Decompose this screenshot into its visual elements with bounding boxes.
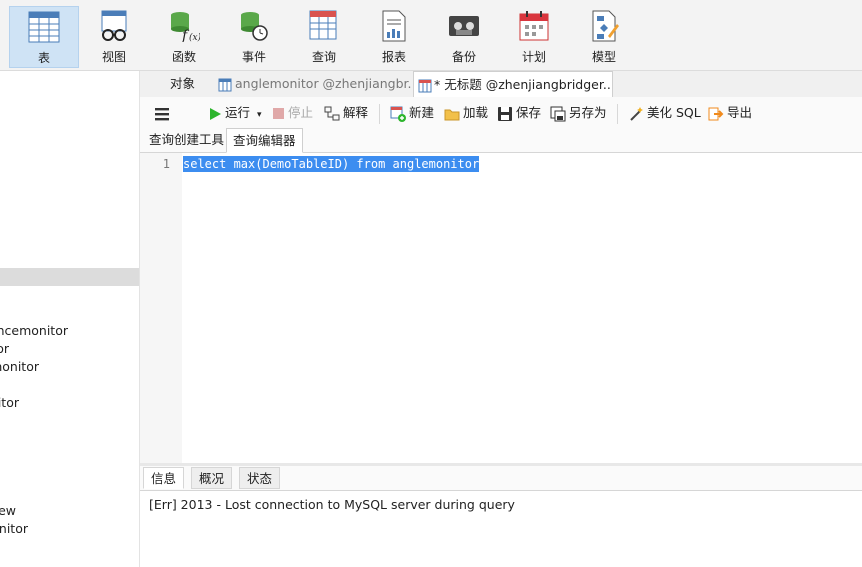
- toolbar-table-button[interactable]: 表: [9, 6, 79, 68]
- load-button[interactable]: 加载: [444, 102, 488, 124]
- object-tree-pane[interactable]: ncemonitor or monitor itor ew nitor: [0, 71, 140, 567]
- explain-icon: [324, 106, 340, 120]
- tab-query-builder[interactable]: 查询创建工具: [143, 128, 230, 151]
- run-label: 运行: [225, 105, 251, 120]
- tab-status-label: 状态: [247, 471, 273, 486]
- sql-editor[interactable]: 1 select max(DemoTableID) from anglemoni…: [140, 153, 862, 463]
- tab-untitled-query[interactable]: * 无标题 @zhenjiangbridger...: [413, 71, 613, 97]
- explain-label: 解释: [343, 105, 369, 120]
- tab-query-editor[interactable]: 查询编辑器: [226, 128, 303, 153]
- view-icon: [101, 10, 127, 41]
- beautify-sql-button[interactable]: 美化 SQL: [628, 102, 701, 124]
- svg-text:(x): (x): [189, 32, 200, 42]
- query-icon: [309, 10, 337, 40]
- tab-status[interactable]: 状态: [239, 467, 281, 489]
- tab-profile-label: 概况: [199, 471, 225, 486]
- toolbar-event-button[interactable]: 事件: [219, 6, 289, 68]
- menu-button[interactable]: [154, 102, 173, 124]
- toolbar-model-label: 模型: [591, 50, 616, 64]
- toolbar-function-label: 函数: [171, 50, 196, 64]
- table-icon: [218, 78, 232, 91]
- save-as-label: 另存为: [569, 105, 607, 120]
- export-label: 导出: [727, 105, 753, 120]
- save-as-button[interactable]: 另存为: [550, 102, 607, 124]
- table-icon: [28, 11, 60, 43]
- folder-icon: [444, 109, 460, 120]
- save-icon: [498, 106, 512, 121]
- tab-profile[interactable]: 概况: [191, 467, 233, 489]
- toolbar-backup-button[interactable]: 备份: [429, 6, 499, 68]
- report-icon: [382, 10, 406, 42]
- save-label: 保存: [516, 105, 542, 120]
- tab-info[interactable]: 信息: [143, 467, 185, 489]
- beautify-sql-label: 美化 SQL: [647, 105, 701, 120]
- backup-icon: [449, 16, 479, 36]
- line-number: 1: [162, 157, 170, 171]
- toolbar-report-label: 报表: [381, 50, 406, 64]
- tab-untitled-query-label: * 无标题 @zhenjiangbridger...: [434, 77, 613, 92]
- new-query-button[interactable]: 新建: [390, 102, 434, 124]
- line-number-gutter: 1: [140, 153, 182, 463]
- model-icon: [592, 10, 619, 42]
- toolbar-backup-label: 备份: [451, 50, 476, 64]
- toolbar-model-button[interactable]: 模型: [569, 6, 639, 68]
- magic-wand-icon: [630, 106, 643, 121]
- toolbar-report-button[interactable]: 报表: [359, 6, 429, 68]
- tab-info-label: 信息: [151, 471, 177, 486]
- toolbar-schedule-button[interactable]: 计划: [499, 6, 569, 68]
- toolbar-view-button[interactable]: 视图: [79, 6, 149, 68]
- toolbar-function-button[interactable]: f (x) 函数: [149, 6, 219, 68]
- play-icon: [210, 107, 221, 120]
- toolbar-divider: [617, 104, 618, 124]
- toolbar-table-label: 表: [37, 51, 50, 65]
- tree-selected-row[interactable]: [0, 268, 139, 286]
- query-icon: [418, 79, 432, 92]
- new-query-icon: [390, 106, 406, 122]
- toolbar-query-button[interactable]: 查询: [289, 6, 359, 68]
- toolbar-view-label: 视图: [101, 50, 126, 64]
- tab-objects[interactable]: 对象: [150, 71, 215, 97]
- tab-anglemonitor[interactable]: anglemonitor @zhenjiangbr...: [216, 71, 411, 97]
- explain-button[interactable]: 解释: [324, 102, 368, 124]
- main-toolbar: 表 视图 f (x) 函数 事件 查询 报表 备份 计划 模型: [0, 0, 862, 71]
- export-button[interactable]: 导出: [708, 102, 752, 124]
- export-icon: [708, 107, 724, 120]
- tab-query-builder-label: 查询创建工具: [149, 132, 225, 147]
- stop-button[interactable]: 停止: [272, 102, 313, 124]
- save-as-icon: [550, 106, 566, 121]
- toolbar-query-label: 查询: [311, 50, 336, 64]
- editor-mode-tabs: 查询创建工具 查询编辑器: [140, 128, 862, 153]
- sql-code-line[interactable]: select max(DemoTableID) from anglemonito…: [183, 156, 480, 172]
- tab-objects-label: 对象: [169, 76, 195, 91]
- toolbar-schedule-label: 计划: [521, 50, 546, 64]
- run-button[interactable]: 运行 ▾: [208, 102, 262, 124]
- stop-icon: [273, 108, 284, 119]
- toolbar-event-label: 事件: [241, 50, 266, 64]
- tab-query-editor-label: 查询编辑器: [233, 133, 296, 148]
- new-query-label: 新建: [409, 105, 435, 120]
- chevron-down-icon[interactable]: ▾: [257, 110, 262, 120]
- tab-anglemonitor-label: anglemonitor @zhenjiangbr...: [235, 76, 411, 91]
- event-icon: [241, 12, 268, 41]
- result-tabs: 信息 概况 状态: [140, 466, 862, 491]
- toolbar-divider: [379, 104, 380, 124]
- schedule-icon: [519, 11, 549, 41]
- save-button[interactable]: 保存: [497, 102, 541, 124]
- load-label: 加载: [463, 105, 489, 120]
- function-icon: f (x): [171, 12, 200, 42]
- stop-label: 停止: [288, 105, 314, 120]
- query-toolbar: 运行 ▾ 停止 解释 新建 加载 保存 另存为 美化 SQL 导出: [140, 97, 862, 128]
- hamburger-icon: [155, 107, 169, 120]
- error-message: [Err] 2013 - Lost connection to MySQL se…: [149, 497, 515, 512]
- document-tabbar: 对象 anglemonitor @zhenjiangbr... * 无标题 @z…: [140, 71, 862, 98]
